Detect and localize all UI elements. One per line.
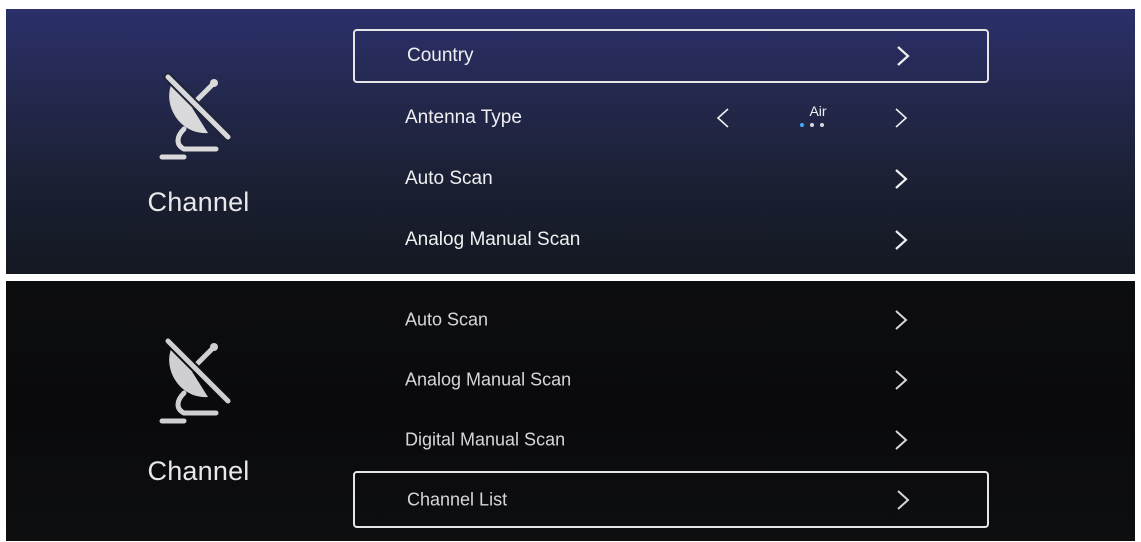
menu-item-analog-manual-scan[interactable]: Analog Manual Scan [353,213,989,267]
menu-item-label: Auto Scan [405,168,493,189]
section-title: Channel [147,187,250,217]
section-sidebar: Channel [6,281,346,541]
chevron-right-icon [893,228,909,252]
menu-item-label: Antenna Type [405,107,522,128]
chevron-right-icon[interactable] [893,106,909,130]
chevron-right-icon [895,488,911,512]
bottom-screen: Channel Auto Scan Analog Manual Scan Dig… [6,281,1135,541]
chevron-right-icon [895,44,911,68]
menu-item-label: Country [407,45,474,66]
menu-item-digital-manual-scan[interactable]: Digital Manual Scan [353,413,989,467]
top-screen: Channel Country Antenna Type Air Auto Sc… [6,9,1135,274]
menu-item-antenna-type[interactable]: Antenna Type Air [353,91,989,145]
option-indicator-dots [800,123,830,129]
menu-item-label: Digital Manual Scan [405,429,566,450]
menu-item-auto-scan[interactable]: Auto Scan [353,152,989,206]
chevron-left-icon[interactable] [715,106,731,130]
section-title: Channel [147,456,250,486]
chevron-right-icon [893,368,909,392]
satellite-dish-off-icon [154,71,234,161]
menu-item-analog-manual-scan[interactable]: Analog Manual Scan [353,353,989,407]
satellite-dish-off-icon [154,335,234,425]
menu-item-label: Analog Manual Scan [405,229,581,250]
option-dot [820,123,824,127]
option-dot [810,123,814,127]
chevron-right-icon [893,428,909,452]
option-dot-active [800,123,804,127]
menu-item-label: Auto Scan [405,309,489,330]
antenna-type-value: Air [809,103,827,119]
menu-item-auto-scan[interactable]: Auto Scan [353,293,989,347]
section-sidebar: Channel [6,9,346,274]
menu-item-channel-list[interactable]: Channel List [353,471,989,528]
menu-item-label: Analog Manual Scan [405,369,572,390]
chevron-right-icon [893,167,909,191]
menu-item-label: Channel List [407,489,508,509]
chevron-right-icon [893,308,909,332]
menu-item-country[interactable]: Country [353,29,989,83]
